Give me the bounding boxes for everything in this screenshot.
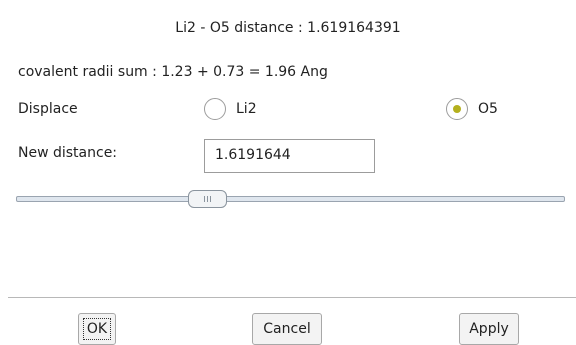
distance-slider-thumb[interactable] xyxy=(188,190,227,208)
displace-label: Displace xyxy=(18,101,78,117)
grip-icon xyxy=(204,196,211,202)
dialog-title: Li2 - O5 distance : 1.619164391 xyxy=(175,20,401,36)
new-distance-label: New distance: xyxy=(18,145,118,161)
covalent-radii-text: covalent radii sum : 1.23 + 0.73 = 1.96 … xyxy=(18,64,328,80)
ok-button-label: OK xyxy=(82,318,112,340)
cancel-button[interactable]: Cancel xyxy=(252,313,322,345)
button-divider xyxy=(8,297,576,298)
new-distance-input[interactable]: 1.6191644 xyxy=(204,139,375,173)
ok-button[interactable]: OK xyxy=(78,313,116,345)
radio-li2[interactable]: Li2 xyxy=(204,98,257,120)
radio-o5[interactable]: O5 xyxy=(446,98,498,120)
distance-dialog: Li2 - O5 distance : 1.619164391 covalent… xyxy=(0,0,576,345)
radio-li2-label: Li2 xyxy=(236,101,257,117)
radio-dot-icon xyxy=(453,105,461,113)
radio-circle-selected-icon[interactable] xyxy=(446,98,468,120)
apply-button[interactable]: Apply xyxy=(459,313,519,345)
distance-slider-track[interactable] xyxy=(16,196,565,202)
radio-circle-icon[interactable] xyxy=(204,98,226,120)
radio-o5-label: O5 xyxy=(478,101,498,117)
